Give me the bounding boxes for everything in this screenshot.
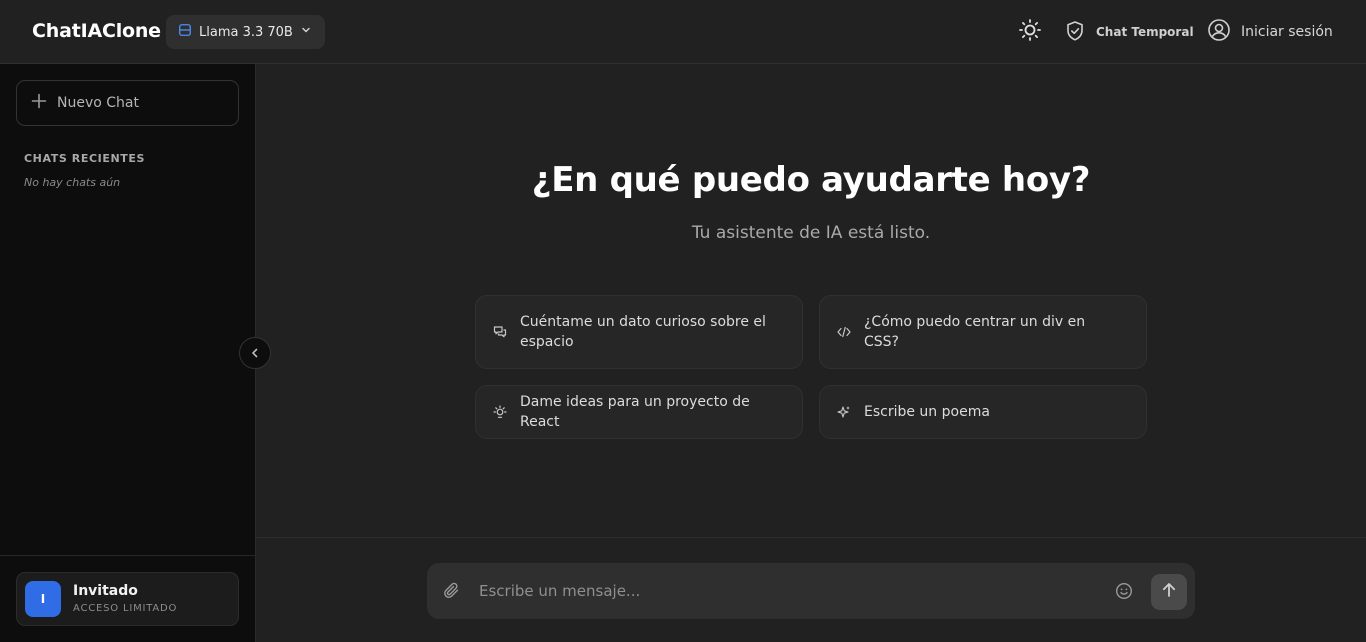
sidebar-footer: I Invitado ACCESO LIMITADO	[0, 555, 255, 642]
message-input[interactable]	[479, 577, 1099, 605]
shield-check-icon	[1064, 20, 1086, 45]
page-title: ¿En qué puedo ayudarte hoy?	[531, 160, 1091, 200]
recent-chats-heading: CHATS RECIENTES	[24, 152, 146, 165]
login-button[interactable]: Iniciar sesión	[1207, 18, 1333, 46]
brand-logo[interactable]: ChatIAClone	[32, 20, 161, 42]
plus-icon	[31, 93, 47, 113]
sun-icon	[1018, 18, 1042, 46]
chat-bubbles-icon	[493, 325, 507, 339]
paperclip-icon[interactable]	[443, 582, 461, 604]
model-label: Llama 3.3 70B	[199, 24, 293, 40]
smiley-icon[interactable]	[1115, 582, 1133, 604]
theme-toggle-button[interactable]	[1018, 18, 1042, 46]
top-bar: ChatIAClone Llama 3.3 70B Chat Temporal	[0, 0, 1366, 64]
suggestion-label: Cuéntame un dato curioso sobre el espaci…	[520, 314, 766, 350]
temporary-chat-label: Chat Temporal	[1096, 25, 1194, 39]
new-chat-label: Nuevo Chat	[57, 95, 139, 111]
user-name: Invitado	[73, 583, 138, 599]
suggestion-card-poem[interactable]: Escribe un poema	[819, 385, 1147, 439]
suggestion-card-css-center[interactable]: ¿Cómo puedo centrar un div en CSS?	[819, 295, 1147, 369]
page-subtitle: Tu asistente de IA está listo.	[691, 223, 931, 243]
empty-chats-text: No hay chats aún	[24, 176, 121, 189]
avatar: I	[25, 581, 61, 617]
lightbulb-icon	[493, 405, 507, 419]
suggestion-label: ¿Cómo puedo centrar un div en CSS?	[864, 314, 1086, 350]
sidebar: Nuevo Chat CHATS RECIENTES No hay chats …	[0, 64, 256, 642]
message-composer	[427, 563, 1195, 619]
suggestion-card-space-fact[interactable]: Cuéntame un dato curioso sobre el espaci…	[475, 295, 803, 369]
suggestion-label: Escribe un poema	[864, 404, 990, 420]
suggestion-label: Dame ideas para un proyecto de React	[520, 394, 750, 430]
code-icon	[837, 325, 851, 339]
login-label: Iniciar sesión	[1241, 24, 1333, 40]
user-access-status: ACCESO LIMITADO	[73, 603, 178, 614]
user-profile-card[interactable]: I Invitado ACCESO LIMITADO	[16, 572, 239, 626]
new-chat-button[interactable]: Nuevo Chat	[16, 80, 239, 126]
arrow-up-icon	[1160, 581, 1178, 603]
temporary-chat-button[interactable]: Chat Temporal	[1064, 18, 1194, 46]
send-button[interactable]	[1151, 574, 1187, 610]
composer-area	[256, 537, 1366, 642]
main-content: ¿En qué puedo ayudarte hoy? Tu asistente…	[256, 64, 1366, 642]
server-icon	[179, 24, 191, 40]
user-circle-icon	[1207, 18, 1231, 46]
sparkles-icon	[837, 405, 851, 419]
app-window: ChatIAClone Llama 3.3 70B Chat Temporal	[0, 0, 1366, 642]
model-selector[interactable]: Llama 3.3 70B	[166, 15, 325, 49]
chevron-down-icon	[301, 24, 311, 39]
suggestion-card-react-ideas[interactable]: Dame ideas para un proyecto de React	[475, 385, 803, 439]
